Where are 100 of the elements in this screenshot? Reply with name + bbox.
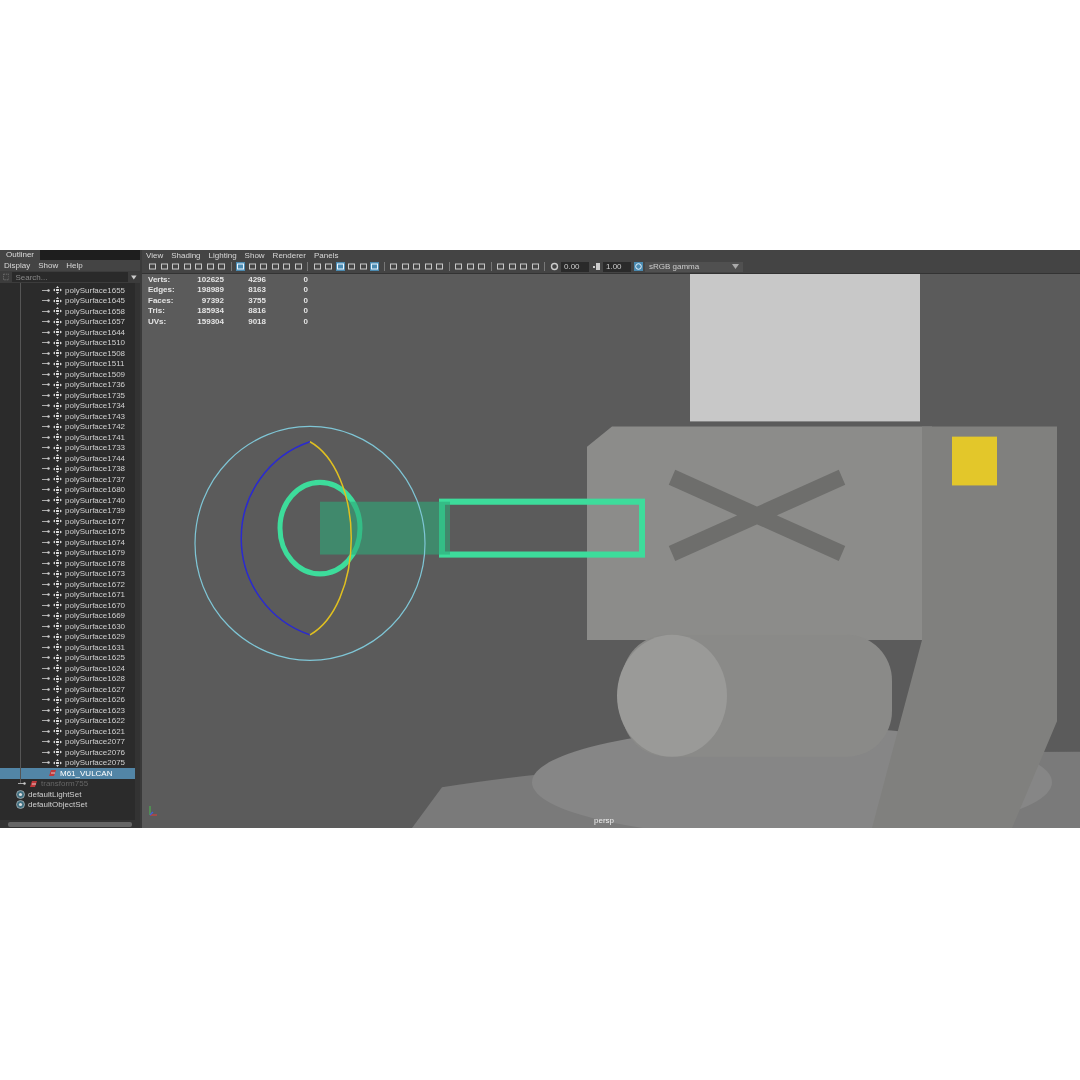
- outliner-item[interactable]: polySurface1631: [0, 642, 135, 653]
- gamma-icon[interactable]: [591, 262, 601, 271]
- toolbar-icon[interactable]: [412, 262, 421, 271]
- toolbar-icon[interactable]: [194, 262, 203, 271]
- toolbar-icon[interactable]: [465, 262, 475, 271]
- toolbar-icon[interactable]: [205, 262, 215, 271]
- outliner-item[interactable]: polySurface1622: [0, 715, 135, 726]
- outliner-item[interactable]: polySurface1740: [0, 495, 135, 506]
- toolbar-icon[interactable]: [507, 262, 517, 271]
- toolbar-icon[interactable]: [435, 262, 444, 271]
- toolbar-icon[interactable]: [159, 262, 169, 271]
- exposure-icon[interactable]: [549, 262, 559, 271]
- toolbar-icon[interactable]: [259, 262, 268, 271]
- toolbar-icon[interactable]: [454, 262, 463, 271]
- outliner-item[interactable]: polySurface1644: [0, 327, 135, 338]
- toolbar-icon[interactable]: [282, 262, 291, 271]
- outliner-item[interactable]: polySurface1670: [0, 600, 135, 611]
- color-space-dropdown[interactable]: sRGB gamma: [645, 261, 743, 272]
- outliner-item[interactable]: polySurface1677: [0, 516, 135, 527]
- dropdown-icon[interactable]: [131, 274, 137, 280]
- mesh-icon: [53, 496, 62, 505]
- outliner-item[interactable]: polySurface1739: [0, 505, 135, 516]
- outliner-item[interactable]: polySurface1510: [0, 337, 135, 348]
- outliner-item[interactable]: polySurface1672: [0, 579, 135, 590]
- menu-item[interactable]: Display: [4, 261, 31, 270]
- outliner-item[interactable]: polySurface1621: [0, 726, 135, 737]
- stat-cell: 0: [266, 295, 308, 306]
- outliner-item[interactable]: polySurface1742: [0, 421, 135, 432]
- outliner-item[interactable]: defaultLightSet: [0, 789, 135, 800]
- toolbar-icon[interactable]: [389, 262, 398, 271]
- menu-item[interactable]: Show: [38, 261, 59, 270]
- menu-item[interactable]: Show: [244, 250, 265, 260]
- color-management-icon[interactable]: [633, 262, 643, 271]
- outliner-item[interactable]: polySurface1735: [0, 390, 135, 401]
- outliner-item[interactable]: polySurface1734: [0, 400, 135, 411]
- toolbar-icon[interactable]: [293, 262, 303, 271]
- outliner-item[interactable]: polySurface1628: [0, 673, 135, 684]
- outliner-item[interactable]: polySurface1736: [0, 379, 135, 390]
- outliner-item[interactable]: polySurface1625: [0, 652, 135, 663]
- outliner-item[interactable]: defaultObjectSet: [0, 799, 135, 810]
- outliner-item[interactable]: polySurface1623: [0, 705, 135, 716]
- outliner-item[interactable]: polySurface1658: [0, 306, 135, 317]
- outliner-item[interactable]: polySurface1655: [0, 285, 135, 296]
- outliner-item[interactable]: polySurface1679: [0, 547, 135, 558]
- menu-item[interactable]: Panels: [313, 250, 339, 260]
- outliner-item[interactable]: polySurface1674: [0, 537, 135, 548]
- outliner-item[interactable]: polySurface1733: [0, 442, 135, 453]
- toolbar-icon[interactable]: [519, 262, 528, 271]
- outliner-item[interactable]: polySurface1678: [0, 558, 135, 569]
- menu-item[interactable]: Shading: [171, 250, 201, 260]
- outliner-item[interactable]: polySurface1511: [0, 358, 135, 369]
- menu-item[interactable]: Lighting: [208, 250, 237, 260]
- connector-icon: [42, 728, 50, 734]
- outliner-item[interactable]: polySurface2077: [0, 736, 135, 747]
- scrollbar[interactable]: [0, 820, 140, 828]
- dropdown-icon[interactable]: [732, 264, 739, 269]
- toolbar-icon[interactable]: [358, 262, 368, 271]
- outliner-item[interactable]: polySurface1741: [0, 432, 135, 443]
- toolbar-icon[interactable]: [477, 262, 486, 271]
- toolbar-icon[interactable]: [324, 262, 333, 271]
- outliner-item[interactable]: polySurface1626: [0, 694, 135, 705]
- outliner-item[interactable]: polySurface2076: [0, 747, 135, 758]
- toolbar-icon[interactable]: [530, 262, 540, 271]
- toolbar-icon[interactable]: [247, 262, 257, 271]
- toolbar-icon[interactable]: [496, 262, 505, 271]
- outliner-item[interactable]: polySurface1680: [0, 484, 135, 495]
- outliner-item[interactable]: polySurface1737: [0, 474, 135, 485]
- toolbar-icon[interactable]: [312, 262, 322, 271]
- toolbar-icon[interactable]: [400, 262, 410, 271]
- outliner-item[interactable]: polySurface1669: [0, 610, 135, 621]
- outliner-item[interactable]: polySurface1627: [0, 684, 135, 695]
- menu-item[interactable]: View: [146, 250, 164, 260]
- menu-item[interactable]: Help: [66, 261, 83, 270]
- toolbar-icon[interactable]: [182, 262, 192, 271]
- outliner-item[interactable]: polySurface1738: [0, 463, 135, 474]
- outliner-item[interactable]: polySurface1508: [0, 348, 135, 359]
- search-field[interactable]: Search...: [12, 272, 129, 282]
- toolbar-icon[interactable]: [270, 262, 280, 271]
- outliner-item[interactable]: polySurface1645: [0, 295, 135, 306]
- outliner-item[interactable]: polySurface1743: [0, 411, 135, 422]
- connector-icon: [42, 707, 50, 713]
- outliner-item[interactable]: polySurface1673: [0, 568, 135, 579]
- outliner-item[interactable]: polySurface1657: [0, 316, 135, 327]
- toolbar-icon[interactable]: [347, 262, 356, 271]
- toolbar-icon[interactable]: [423, 262, 433, 271]
- outliner-item[interactable]: M61_VULCAN: [0, 768, 135, 779]
- toolbar-icon[interactable]: [217, 262, 226, 271]
- toolbar-icon[interactable]: [171, 262, 180, 271]
- outliner-item[interactable]: polySurface1629: [0, 631, 135, 642]
- outliner-item[interactable]: polySurface1509: [0, 369, 135, 380]
- outliner-item[interactable]: polySurface1630: [0, 621, 135, 632]
- outliner-item[interactable]: polySurface1675: [0, 526, 135, 537]
- exposure-field[interactable]: 0.00: [561, 261, 589, 272]
- outliner-item[interactable]: polySurface2075: [0, 757, 135, 768]
- outliner-item[interactable]: polySurface1744: [0, 453, 135, 464]
- outliner-item[interactable]: polySurface1624: [0, 663, 135, 674]
- menu-item[interactable]: Renderer: [272, 250, 306, 260]
- toolbar-icon[interactable]: [148, 262, 157, 271]
- gamma-field[interactable]: 1.00: [603, 261, 631, 272]
- outliner-item[interactable]: polySurface1671: [0, 589, 135, 600]
